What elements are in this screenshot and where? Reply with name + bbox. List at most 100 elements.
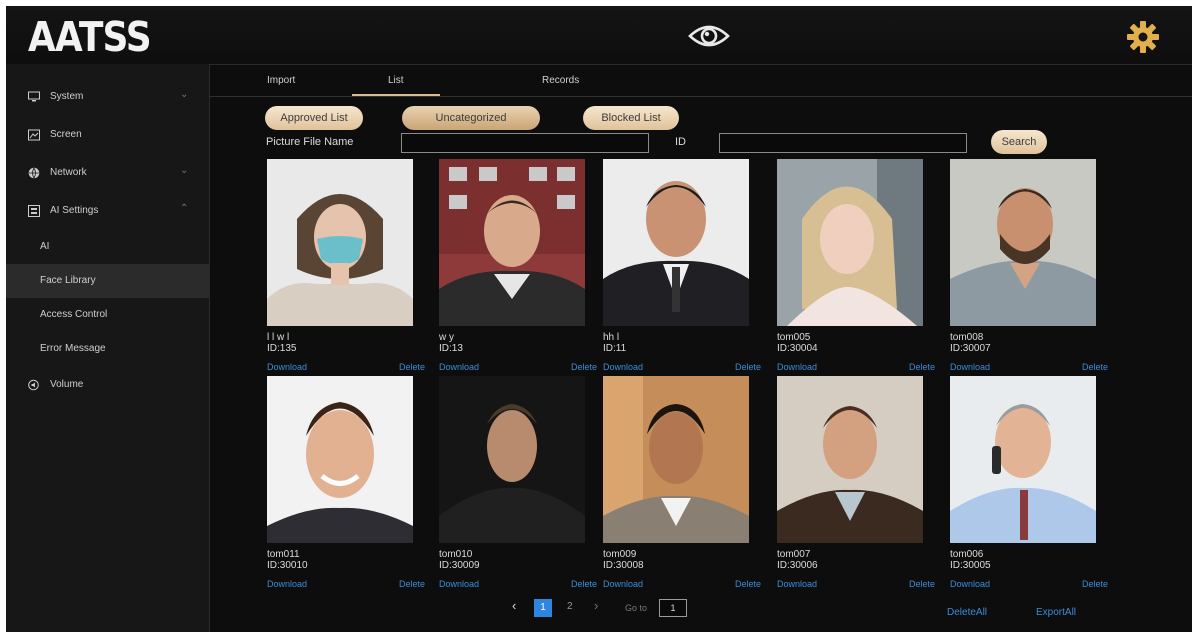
id-input[interactable]	[719, 133, 967, 153]
delete-link[interactable]: Delete	[735, 362, 761, 372]
page-1-button[interactable]: 1	[534, 599, 552, 617]
face-card: tom005 ID:30004 Download Delete	[777, 159, 935, 375]
download-link[interactable]: Download	[777, 362, 817, 372]
sidebar: System ⌄ Screen Network ⌄ AI Settings ⌃ …	[6, 64, 210, 632]
tab-list[interactable]: List	[388, 75, 404, 86]
download-link[interactable]: Download	[439, 579, 479, 589]
active-tab-indicator	[352, 94, 440, 96]
sidebar-item-label: Network	[50, 167, 87, 178]
app-logo: AATSS	[28, 14, 152, 62]
delete-all-button[interactable]: DeleteAll	[947, 607, 987, 618]
blocked-list-button[interactable]: Blocked List	[583, 106, 679, 130]
download-link[interactable]: Download	[950, 579, 990, 589]
face-id: ID:135	[267, 343, 297, 354]
uncategorized-button[interactable]: Uncategorized	[402, 106, 540, 130]
sidebar-item-face-library[interactable]: Face Library	[6, 264, 209, 298]
delete-link[interactable]: Delete	[399, 579, 425, 589]
face-card: tom009 ID:30008 Download Delete	[603, 376, 761, 592]
delete-link[interactable]: Delete	[735, 579, 761, 589]
face-name: tom011	[267, 549, 300, 560]
face-photo[interactable]	[267, 159, 413, 326]
sidebar-item-ai-settings[interactable]: AI Settings ⌃	[6, 194, 209, 228]
export-all-button[interactable]: ExportAll	[1036, 607, 1076, 618]
search-button[interactable]: Search	[991, 130, 1047, 154]
face-photo[interactable]	[439, 159, 585, 326]
sidebar-item-screen[interactable]: Screen	[6, 118, 209, 152]
face-photo[interactable]	[950, 376, 1096, 543]
face-name: w y	[439, 332, 454, 343]
download-link[interactable]: Download	[950, 362, 990, 372]
prev-page-button[interactable]: ‹	[512, 598, 516, 613]
face-id: ID:30008	[603, 560, 644, 571]
face-name: tom009	[603, 549, 637, 560]
chevron-up-icon: ⌃	[180, 203, 189, 214]
sidebar-item-network[interactable]: Network ⌄	[6, 156, 209, 190]
sidebar-item-ai[interactable]: AI	[6, 230, 209, 264]
face-name: tom010	[439, 549, 473, 560]
delete-link[interactable]: Delete	[909, 579, 935, 589]
goto-label: Go to	[625, 603, 648, 613]
tab-import[interactable]: Import	[267, 75, 295, 86]
volume-icon	[28, 379, 40, 391]
face-card: tom011 ID:30010 Download Delete	[267, 376, 425, 592]
delete-link[interactable]: Delete	[399, 362, 425, 372]
approved-list-button[interactable]: Approved List	[265, 106, 363, 130]
eye-icon[interactable]	[687, 21, 731, 51]
chevron-down-icon: ⌄	[180, 89, 189, 100]
face-card: l l w l ID:135 Download Delete	[267, 159, 425, 375]
face-photo[interactable]	[267, 376, 413, 543]
app-window: AATSS System ⌄ Screen Network ⌄ AI Setti…	[6, 6, 1192, 632]
face-name: hh l	[603, 332, 620, 343]
face-card: hh l ID:11 Download Delete	[603, 159, 761, 375]
sidebar-item-label: Error Message	[40, 343, 106, 354]
top-bar: AATSS	[6, 6, 1192, 65]
sidebar-item-label: Screen	[50, 129, 82, 140]
face-id: ID:30006	[777, 560, 818, 571]
sidebar-item-error-message[interactable]: Error Message	[6, 332, 209, 366]
chevron-down-icon: ⌄	[180, 165, 189, 176]
globe-icon	[28, 167, 40, 179]
face-card: tom007 ID:30006 Download Delete	[777, 376, 935, 592]
sidebar-item-access-control[interactable]: Access Control	[6, 298, 209, 332]
download-link[interactable]: Download	[439, 362, 479, 372]
sidebar-item-label: AI	[40, 241, 50, 252]
face-id: ID:30005	[950, 560, 991, 571]
delete-link[interactable]: Delete	[909, 362, 935, 372]
next-page-button[interactable]: ›	[594, 598, 598, 613]
download-link[interactable]: Download	[603, 579, 643, 589]
face-id: ID:30010	[267, 560, 308, 571]
face-id: ID:30009	[439, 560, 480, 571]
goto-page-input[interactable]: 1	[659, 599, 687, 617]
ai-settings-icon	[28, 205, 40, 217]
face-photo[interactable]	[439, 376, 585, 543]
face-photo[interactable]	[950, 159, 1096, 326]
face-photo[interactable]	[777, 159, 923, 326]
page-2-button[interactable]: 2	[567, 601, 573, 612]
face-id: ID:11	[603, 343, 627, 354]
face-card: tom008 ID:30007 Download Delete	[950, 159, 1108, 375]
face-photo[interactable]	[777, 376, 923, 543]
sidebar-item-label: AI Settings	[50, 205, 99, 216]
tab-bar: Import List Records	[209, 64, 1192, 97]
delete-link[interactable]: Delete	[571, 362, 597, 372]
sidebar-item-label: Volume	[50, 379, 84, 390]
sidebar-item-system[interactable]: System ⌄	[6, 80, 209, 114]
face-photo[interactable]	[603, 159, 749, 326]
picture-file-name-input[interactable]	[401, 133, 649, 153]
download-link[interactable]: Download	[777, 579, 817, 589]
tab-records[interactable]: Records	[542, 75, 579, 86]
delete-link[interactable]: Delete	[1082, 362, 1108, 372]
download-link[interactable]: Download	[603, 362, 643, 372]
sidebar-item-volume[interactable]: Volume	[6, 368, 209, 402]
delete-link[interactable]: Delete	[1082, 579, 1108, 589]
sidebar-item-label: Face Library	[40, 275, 96, 286]
download-link[interactable]: Download	[267, 362, 307, 372]
monitor-icon	[28, 91, 40, 103]
download-link[interactable]: Download	[267, 579, 307, 589]
face-id: ID:30004	[777, 343, 818, 354]
gear-icon[interactable]	[1126, 20, 1160, 54]
face-photo[interactable]	[603, 376, 749, 543]
delete-link[interactable]: Delete	[571, 579, 597, 589]
face-name: tom007	[777, 549, 811, 560]
face-id: ID:30007	[950, 343, 991, 354]
